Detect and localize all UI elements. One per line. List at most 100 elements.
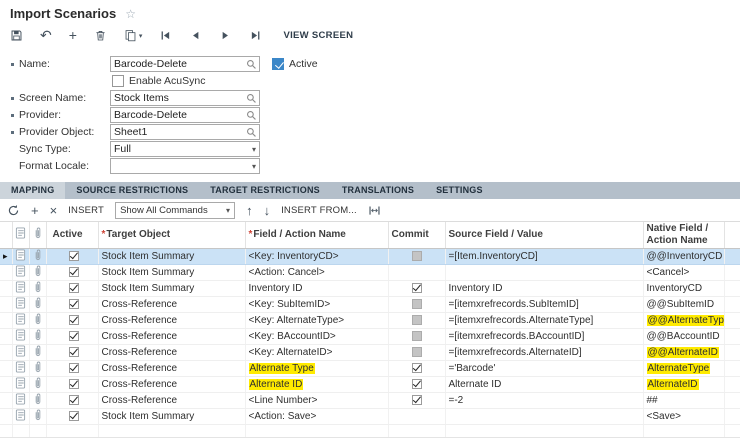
cell-native-field[interactable]: ## [643,392,725,409]
tab-target-restrictions[interactable]: TARGET RESTRICTIONS [199,182,331,199]
cell-native-field[interactable]: @@BAccountID [643,328,725,345]
cell-field-action-name[interactable]: <Action: Save> [245,408,389,425]
magnifier-icon[interactable] [246,127,257,138]
row-paperclip-icon[interactable] [29,328,47,345]
row-paperclip-icon[interactable] [29,312,47,329]
cell-target-object[interactable]: Stock Item Summary [98,248,246,265]
row-commit-checkbox[interactable] [411,378,422,389]
cell-field-action-name[interactable]: <Key: BAccountID> [245,328,389,345]
cell-field-action-name[interactable]: <Action: Cancel> [245,264,389,281]
cell-field-action-name[interactable]: Alternate Type [245,360,389,377]
row-note-icon[interactable] [12,376,30,393]
nav-next-button[interactable] [219,27,232,45]
row-commit-checkbox[interactable] [411,346,422,357]
row-note-icon[interactable] [12,360,30,377]
cell-target-object[interactable]: Cross-Reference [98,392,246,409]
insert-button[interactable]: INSERT [68,205,104,216]
enable-acusync-checkbox[interactable] [112,75,124,87]
cell-native-field[interactable]: <Save> [643,408,725,425]
cell-native-field[interactable]: @@AlternateID [643,344,725,361]
cell-native-field[interactable]: @@InventoryCD [643,248,725,265]
fit-to-screen-button[interactable] [368,204,381,217]
row-note-icon[interactable] [12,328,30,345]
save-button[interactable] [10,27,23,45]
row-note-icon[interactable] [12,312,30,329]
commands-dropdown[interactable]: Show All Commands ▾ [115,201,236,219]
row-paperclip-icon[interactable] [29,344,47,361]
row-commit-checkbox[interactable] [411,282,422,293]
row-active-checkbox[interactable] [68,330,79,341]
nav-last-button[interactable] [249,27,262,45]
screen-name-input[interactable]: Stock Items [110,90,260,106]
row-commit-checkbox[interactable] [411,298,422,309]
magnifier-icon[interactable] [246,110,257,121]
cell-target-object[interactable]: Stock Item Summary [98,280,246,297]
magnifier-icon[interactable] [246,93,257,104]
cell-source-field-value[interactable]: =-2 [445,392,644,409]
cell-native-field[interactable]: InventoryCD [643,280,725,297]
column-header-source[interactable]: Source Field / Value [445,222,644,249]
row-commit-checkbox[interactable] [411,362,422,373]
row-active-checkbox[interactable] [68,378,79,389]
row-paperclip-icon[interactable] [29,264,47,281]
row-note-icon[interactable] [12,392,30,409]
row-note-icon[interactable] [12,280,30,297]
row-active-checkbox[interactable] [68,298,79,309]
delete-button[interactable] [94,27,107,45]
cell-commit[interactable] [388,376,446,393]
cell-field-action-name[interactable]: Alternate ID [245,376,389,393]
cell-commit[interactable] [388,312,446,329]
caret-down-icon[interactable]: ▾ [226,206,230,215]
cell-commit[interactable] [388,408,446,425]
cell-field-action-name[interactable]: <Key: SubItemID> [245,296,389,313]
row-paperclip-icon[interactable] [29,360,47,377]
cell-native-field[interactable]: AlternateID [643,376,725,393]
format-locale-dropdown[interactable]: ▾ [110,158,260,174]
row-paperclip-icon[interactable] [29,296,47,313]
row-commit-checkbox[interactable] [411,394,422,405]
tab-translations[interactable]: TRANSLATIONS [331,182,425,199]
grid-row[interactable]: Stock Item Summary <Action: Cancel> <Cance… [0,264,740,281]
nav-first-button[interactable] [159,27,172,45]
cell-active[interactable] [46,344,99,361]
row-active-checkbox[interactable] [68,250,79,261]
row-commit-checkbox[interactable] [411,330,422,341]
row-paperclip-icon[interactable] [29,408,47,425]
cell-active[interactable] [46,328,99,345]
cell-source-field-value[interactable]: =[itemxrefrecords.AlternateID] [445,344,644,361]
cell-active[interactable] [46,264,99,281]
cell-active[interactable] [46,248,99,265]
cell-field-action-name[interactable]: Inventory ID [245,280,389,297]
magnifier-icon[interactable] [246,59,257,70]
cell-commit[interactable] [388,280,446,297]
cell-source-field-value[interactable]: Alternate ID [445,376,644,393]
row-paperclip-icon[interactable] [29,392,47,409]
caret-down-icon[interactable]: ▾ [252,162,256,172]
cell-native-field[interactable]: AlternateType [643,360,725,377]
cell-source-field-value[interactable] [445,408,644,425]
add-button[interactable]: + [69,27,77,45]
cell-target-object[interactable]: Cross-Reference [98,328,246,345]
cell-native-field[interactable]: <Cancel> [643,264,725,281]
row-active-checkbox[interactable] [68,410,79,421]
row-active-checkbox[interactable] [68,314,79,325]
cell-active[interactable] [46,312,99,329]
grid-row[interactable]: Cross-Reference <Line Number> =-2 ## [0,392,740,409]
cell-source-field-value[interactable]: =[itemxrefrecords.SubItemID] [445,296,644,313]
cell-field-action-name[interactable]: <Line Number> [245,392,389,409]
grid-row[interactable]: ▸ Stock Item Summary <Key: InventoryCD> =[I… [0,248,740,265]
copy-paste-button[interactable]: ▾ [124,27,142,45]
cell-source-field-value[interactable] [445,264,644,281]
row-note-icon[interactable] [12,408,30,425]
grid-row[interactable]: Stock Item Summary Inventory ID Inventory … [0,280,740,297]
cell-source-field-value[interactable]: =[itemxrefrecords.AlternateType] [445,312,644,329]
grid-row[interactable]: Cross-Reference <Key: AlternateID> =[itemx… [0,344,740,361]
undo-button[interactable]: ↶ [40,27,52,45]
favorite-star-icon[interactable]: ☆ [125,8,136,20]
column-header-native[interactable]: Native Field / Action Name [643,222,725,249]
cell-target-object[interactable]: Cross-Reference [98,376,246,393]
grid-row[interactable]: Stock Item Summary <Action: Save> <Save> [0,408,740,425]
cell-active[interactable] [46,376,99,393]
tab-mapping[interactable]: MAPPING [0,182,66,199]
cell-target-object[interactable]: Cross-Reference [98,312,246,329]
